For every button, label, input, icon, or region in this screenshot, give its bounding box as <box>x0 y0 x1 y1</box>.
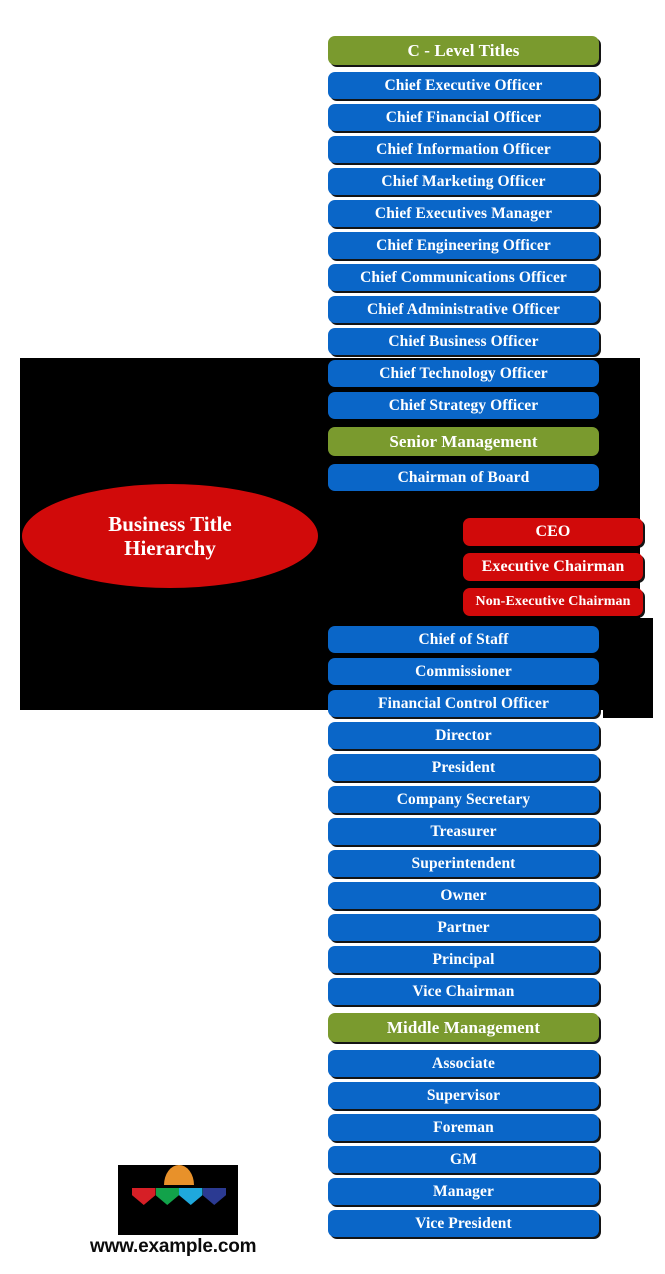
title-box[interactable]: Foreman <box>328 1114 599 1141</box>
title-box-executive-chairman[interactable]: Executive Chairman <box>463 553 643 581</box>
center-node-business-title-hierarchy: Business Title Hierarchy <box>22 484 318 588</box>
title-box[interactable]: Financial Control Officer <box>328 690 599 717</box>
section-header-middle-management: Middle Management <box>328 1013 599 1042</box>
title-box[interactable]: GM <box>328 1146 599 1173</box>
title-box[interactable]: Chief Communications Officer <box>328 264 599 291</box>
title-box[interactable]: Chief Marketing Officer <box>328 168 599 195</box>
title-box-ceo[interactable]: CEO <box>463 518 643 546</box>
title-box[interactable]: Vice President <box>328 1210 599 1237</box>
title-box[interactable]: Chief Financial Officer <box>328 104 599 131</box>
title-box[interactable]: Chief Information Officer <box>328 136 599 163</box>
diagram-canvas: C - Level Titles Chief Executive Officer… <box>0 0 665 1274</box>
title-box[interactable]: Partner <box>328 914 599 941</box>
title-box[interactable]: President <box>328 754 599 781</box>
title-box[interactable]: Supervisor <box>328 1082 599 1109</box>
title-box[interactable]: Chief Engineering Officer <box>328 232 599 259</box>
title-box-non-executive-chairman[interactable]: Non-Executive Chairman <box>463 588 643 616</box>
title-box[interactable]: Chief Executives Manager <box>328 200 599 227</box>
title-box[interactable]: Principal <box>328 946 599 973</box>
title-box[interactable]: Superintendent <box>328 850 599 877</box>
center-node-line2: Hierarchy <box>124 536 216 560</box>
title-box[interactable]: Chief Administrative Officer <box>328 296 599 323</box>
title-box[interactable]: Chief Business Officer <box>328 328 599 355</box>
logo-bar-blue <box>202 1188 226 1205</box>
backdrop-panel-right <box>603 618 653 718</box>
title-box[interactable]: Chief of Staff <box>328 626 599 653</box>
title-box[interactable]: Company Secretary <box>328 786 599 813</box>
watermark-url: www.example.com <box>90 1236 257 1257</box>
title-box[interactable]: Associate <box>328 1050 599 1077</box>
title-box[interactable]: Owner <box>328 882 599 909</box>
center-node-line1: Business Title <box>108 511 232 536</box>
section-header-senior-management: Senior Management <box>328 427 599 456</box>
title-box[interactable]: Director <box>328 722 599 749</box>
title-box[interactable]: Treasurer <box>328 818 599 845</box>
logo-arc-shape <box>164 1165 194 1185</box>
title-box[interactable]: Chairman of Board <box>328 464 599 491</box>
logo-bar-cyan <box>179 1188 203 1205</box>
multicolor-chevron-logo-icon <box>118 1165 238 1235</box>
title-box[interactable]: Chief Technology Officer <box>328 360 599 387</box>
title-box[interactable]: Vice Chairman <box>328 978 599 1005</box>
title-box[interactable]: Chief Executive Officer <box>328 72 599 99</box>
logo-chevron-bars <box>132 1188 226 1205</box>
title-box[interactable]: Commissioner <box>328 658 599 685</box>
logo-bar-green <box>155 1188 179 1205</box>
section-header-c-level: C - Level Titles <box>328 36 599 65</box>
logo-bar-red <box>132 1188 156 1205</box>
title-box[interactable]: Chief Strategy Officer <box>328 392 599 419</box>
title-box[interactable]: Manager <box>328 1178 599 1205</box>
